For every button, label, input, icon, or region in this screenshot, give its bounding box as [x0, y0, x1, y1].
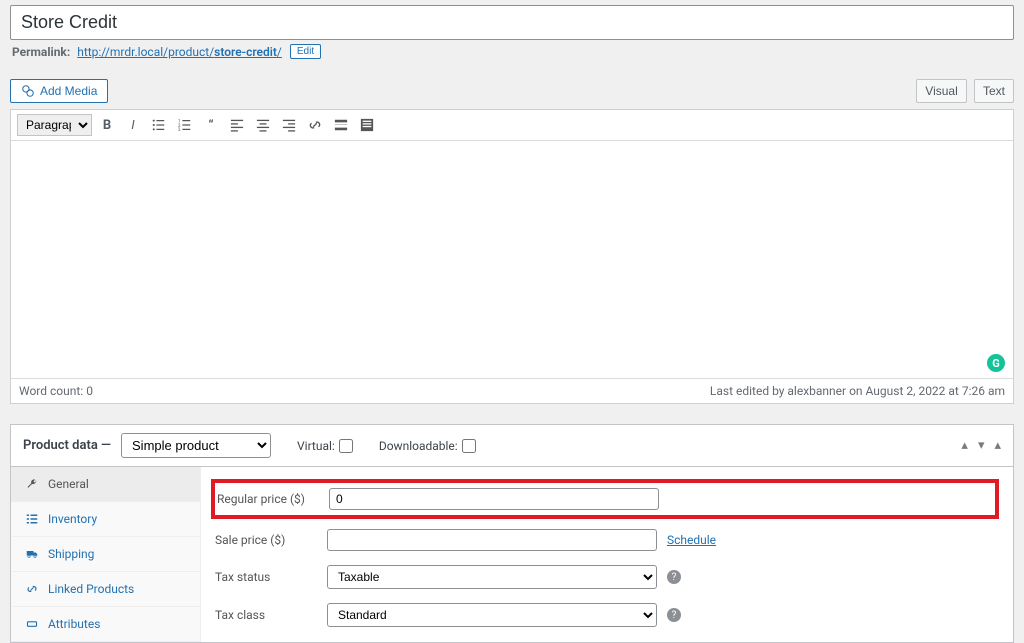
product-data-title: Product data — [23, 438, 111, 453]
align-left-button[interactable] [226, 114, 248, 136]
word-count: Word count: 0 [19, 384, 93, 398]
tab-inventory[interactable]: Inventory [11, 502, 200, 537]
quote-button[interactable]: “ [200, 114, 222, 136]
media-icon [21, 84, 35, 98]
tax-status-label: Tax status [215, 570, 327, 584]
regular-price-row: Regular price ($) [211, 479, 999, 519]
product-data-content: Regular price ($) Sale price ($) Schedul… [201, 467, 1013, 642]
collapse-icon[interactable]: ▴ [994, 438, 1001, 453]
media-row: Add Media Visual Text [10, 79, 1014, 103]
downloadable-checkbox[interactable] [462, 439, 476, 453]
sale-price-input[interactable] [327, 529, 657, 551]
permalink-link[interactable]: http://mrdr.local/product/store-credit/ [77, 45, 282, 59]
add-media-button[interactable]: Add Media [10, 79, 108, 103]
tax-class-select[interactable]: Standard [327, 603, 657, 627]
sale-price-row: Sale price ($) Schedule [215, 529, 999, 551]
tax-status-select[interactable]: Taxable [327, 565, 657, 589]
product-data-metabox: Product data — Simple product Virtual: D… [10, 424, 1014, 643]
svg-text:3: 3 [178, 128, 181, 132]
sale-price-label: Sale price ($) [215, 533, 327, 547]
tax-class-row: Tax class Standard ? [215, 603, 999, 627]
italic-button[interactable]: I [122, 114, 144, 136]
tag-icon [26, 618, 40, 630]
truck-icon [26, 548, 40, 560]
editor-box: Paragraph B I 123 “ G [10, 109, 1014, 404]
toolbar-toggle-button[interactable] [356, 114, 378, 136]
tab-shipping[interactable]: Shipping [11, 537, 200, 572]
tax-class-label: Tax class [215, 608, 327, 622]
tab-attributes[interactable]: Attributes [11, 607, 200, 642]
link-button[interactable] [304, 114, 326, 136]
product-data-header: Product data — Simple product Virtual: D… [11, 425, 1013, 467]
align-right-button[interactable] [278, 114, 300, 136]
tab-general[interactable]: General [11, 467, 200, 502]
link-icon [26, 583, 40, 595]
product-data-body: General Inventory Shipping Linked Produc… [11, 467, 1013, 642]
numbered-list-button[interactable]: 123 [174, 114, 196, 136]
tab-linked-products[interactable]: Linked Products [11, 572, 200, 607]
wrench-icon [26, 478, 40, 490]
last-edited: Last edited by alexbanner on August 2, 2… [710, 384, 1005, 398]
title-input[interactable] [21, 12, 1003, 33]
help-icon[interactable]: ? [667, 570, 681, 584]
permalink-edit-button[interactable]: Edit [290, 44, 321, 59]
tax-status-row: Tax status Taxable ? [215, 565, 999, 589]
virtual-checkbox-label[interactable]: Virtual: [297, 439, 353, 453]
product-data-tabs: General Inventory Shipping Linked Produc… [11, 467, 201, 642]
visual-tab[interactable]: Visual [916, 79, 966, 103]
block-format-select[interactable]: Paragraph [17, 114, 92, 136]
grammarly-icon[interactable]: G [987, 354, 1005, 372]
downloadable-checkbox-label[interactable]: Downloadable: [379, 439, 476, 453]
virtual-checkbox[interactable] [339, 439, 353, 453]
product-type-select[interactable]: Simple product [121, 433, 271, 458]
move-up-icon[interactable]: ▴ [961, 438, 968, 453]
bold-button[interactable]: B [96, 114, 118, 136]
title-container [10, 5, 1014, 40]
list-icon [26, 513, 40, 525]
schedule-link[interactable]: Schedule [667, 533, 716, 547]
regular-price-label: Regular price ($) [217, 492, 329, 506]
bullet-list-button[interactable] [148, 114, 170, 136]
editor-toolbar: Paragraph B I 123 “ [11, 110, 1013, 141]
help-icon[interactable]: ? [667, 608, 681, 622]
readmore-button[interactable] [330, 114, 352, 136]
text-tab[interactable]: Text [974, 79, 1014, 103]
editor-content[interactable]: G [11, 141, 1013, 379]
regular-price-input[interactable] [329, 488, 659, 510]
move-down-icon[interactable]: ▾ [978, 438, 985, 453]
editor-footer: Word count: 0 Last edited by alexbanner … [11, 379, 1013, 403]
align-center-button[interactable] [252, 114, 274, 136]
permalink-label: Permalink: [12, 45, 70, 59]
permalink-row: Permalink: http://mrdr.local/product/sto… [12, 44, 1012, 59]
